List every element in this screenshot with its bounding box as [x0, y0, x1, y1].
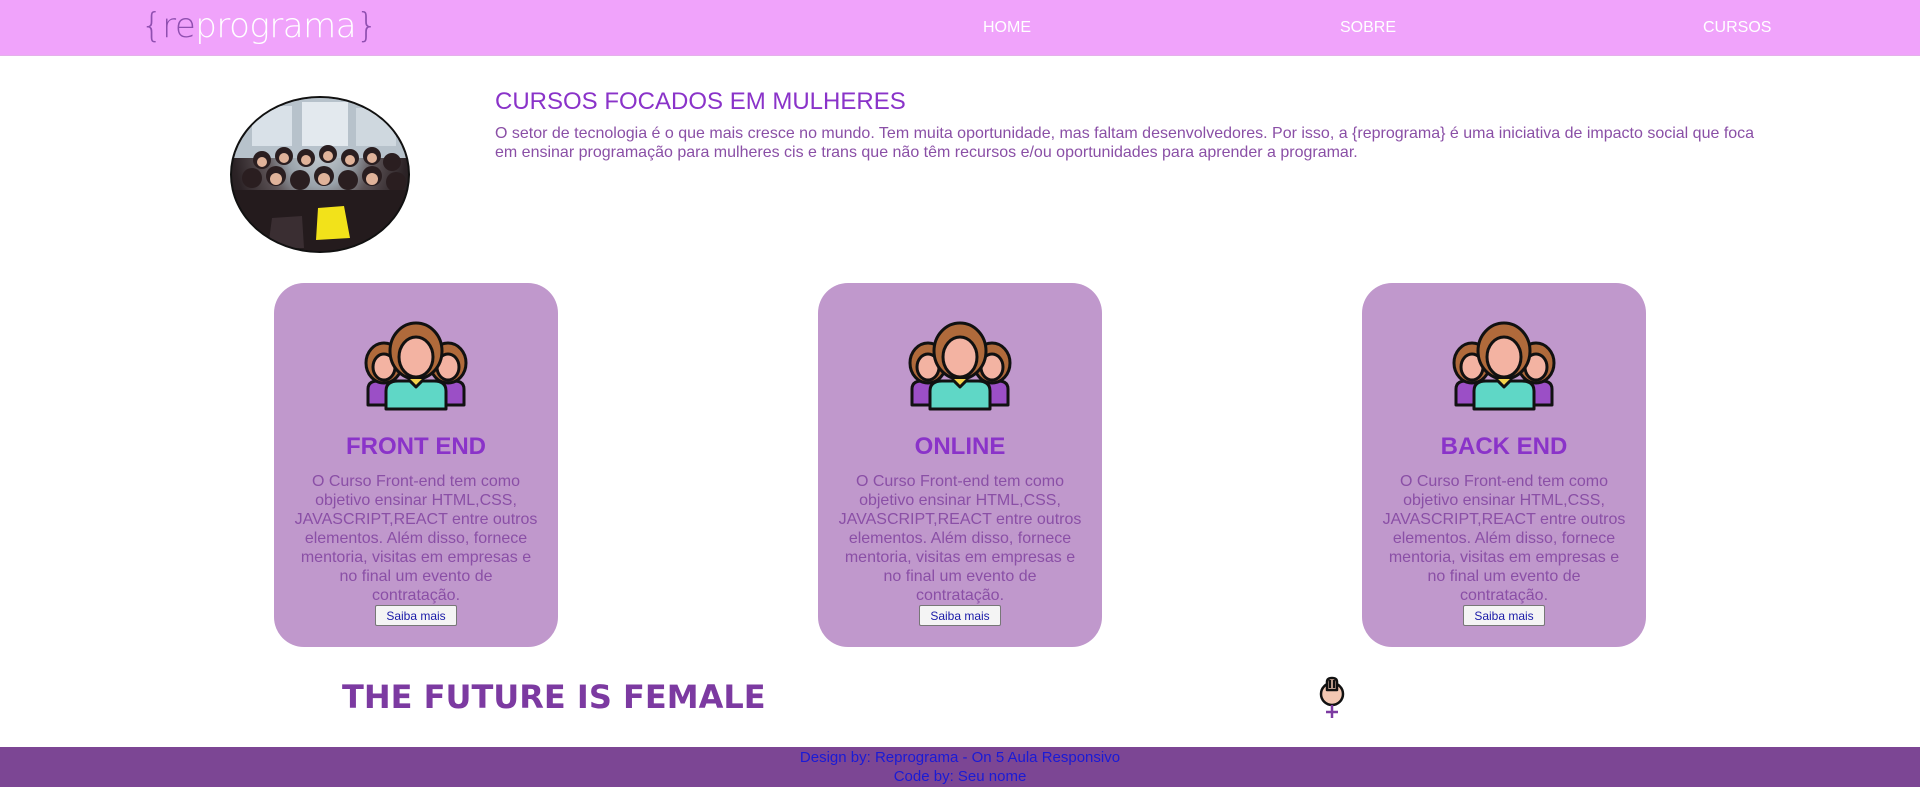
logo-re: re: [162, 6, 196, 46]
group-photo: [230, 96, 410, 253]
saiba-mais-button[interactable]: Saiba mais: [1463, 605, 1545, 626]
saiba-mais-button[interactable]: Saiba mais: [919, 605, 1001, 626]
course-description: O Curso Front-end tem como objetivo ensi…: [838, 473, 1082, 604]
group-photo-illustration: [232, 98, 408, 251]
logo-brace-open: {: [141, 6, 163, 46]
future-is-female-heading: THE FUTURE IS FEMALE: [342, 678, 766, 716]
women-group-icon: [364, 321, 468, 411]
course-card-online: ONLINE O Curso Front-end tem como objeti…: [818, 283, 1102, 647]
course-description: O Curso Front-end tem como objetivo ensi…: [294, 473, 538, 604]
course-title: ONLINE: [914, 433, 1006, 460]
footer-code-credit: Code by: Seu nome: [893, 768, 1027, 785]
footer: Design by: Reprograma - On 5 Aula Respon…: [0, 747, 1920, 787]
course-description: O Curso Front-end tem como objetivo ensi…: [1382, 473, 1626, 604]
nav-link-cursos[interactable]: CURSOS: [1703, 18, 1771, 38]
footer-design-credit: Design by: Reprograma - On 5 Aula Respon…: [799, 749, 1121, 766]
course-card-back-end: BACK END O Curso Front-end tem como obje…: [1362, 283, 1646, 647]
women-group-icon: [1452, 321, 1556, 411]
course-title: BACK END: [1440, 433, 1568, 460]
hero-title: CURSOS FOCADOS EM MULHERES: [495, 88, 906, 115]
nav-link-home[interactable]: HOME: [983, 18, 1031, 38]
saiba-mais-button[interactable]: Saiba mais: [375, 605, 457, 626]
course-title: FRONT END: [346, 433, 486, 460]
logo-programa: programa: [195, 6, 357, 46]
hero-description: O setor de tecnologia é o que mais cresc…: [495, 125, 1755, 161]
navbar: {reprograma} HOME SOBRE CURSOS: [0, 0, 1920, 56]
feminist-fist-icon: [1319, 676, 1345, 718]
logo[interactable]: {reprograma}: [141, 5, 378, 47]
course-card-front-end: FRONT END O Curso Front-end tem como obj…: [274, 283, 558, 647]
women-group-icon: [908, 321, 1012, 411]
logo-brace-close: }: [356, 6, 378, 46]
nav-link-sobre[interactable]: SOBRE: [1340, 18, 1396, 38]
